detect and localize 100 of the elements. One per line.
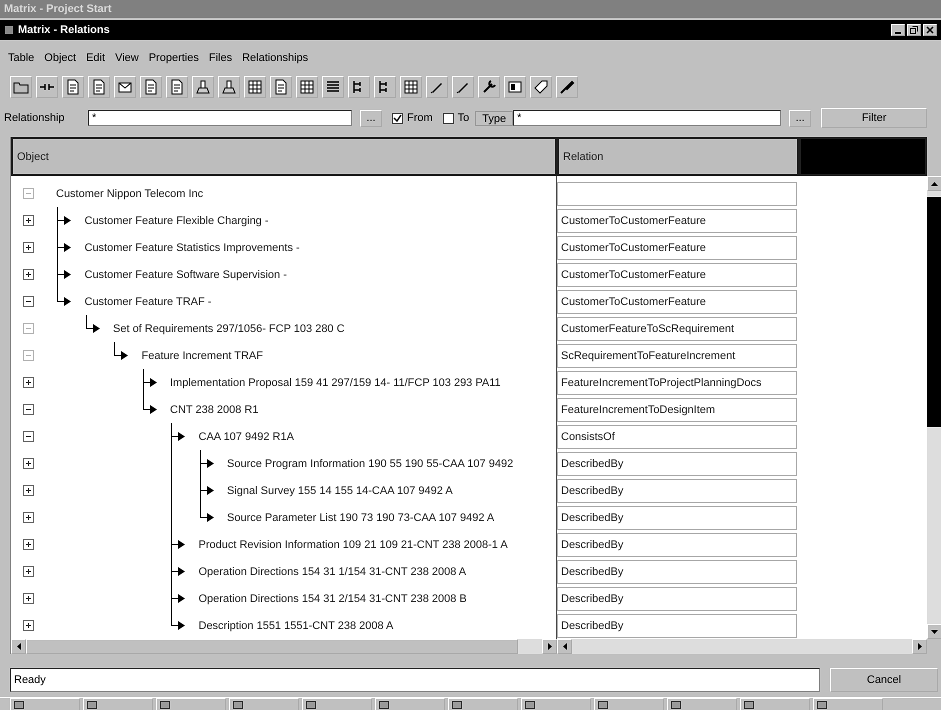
toolbar-button[interactable] [218, 76, 240, 98]
type-field[interactable]: * [513, 110, 782, 126]
window-icon [671, 700, 681, 708]
menu-item[interactable]: Files [208, 52, 232, 64]
left-arrow-icon [16, 643, 20, 650]
toolbar-button[interactable] [36, 76, 58, 98]
tree-arrow-icon [56, 234, 72, 261]
relation-text: DescribedBy [561, 620, 624, 632]
taskbar-button[interactable] [594, 698, 664, 710]
card-icon [507, 79, 523, 95]
checkbox[interactable] [392, 112, 403, 124]
window-icon [452, 700, 462, 708]
grid-icon [299, 79, 315, 95]
scroll-down-button[interactable] [927, 624, 941, 639]
taskbar-button[interactable] [740, 698, 810, 710]
window-icon [379, 700, 389, 708]
minimize-button[interactable] [891, 24, 905, 36]
relation-text: DescribedBy [561, 458, 624, 470]
toolbar-button[interactable] [10, 76, 32, 98]
close-button[interactable] [923, 24, 937, 36]
scroll-left-button[interactable] [557, 639, 572, 654]
document-icon [91, 79, 107, 95]
relation-text: CustomerFeatureToScRequirement [561, 322, 734, 334]
taskbar-button[interactable] [448, 698, 518, 710]
toolbar-button[interactable] [478, 76, 500, 98]
document-icon [273, 79, 289, 95]
toolbar-button[interactable] [62, 76, 84, 98]
toolbar-button[interactable] [114, 76, 136, 98]
menu-item[interactable]: Edit [86, 52, 106, 64]
toolbar-button[interactable] [296, 76, 318, 98]
toolbar-button[interactable] [322, 76, 344, 98]
vertical-scrollbar[interactable] [927, 176, 941, 639]
taskbar-button[interactable] [229, 698, 299, 710]
browse-button[interactable]: ... [789, 110, 812, 126]
cancel-button[interactable]: Cancel [830, 668, 938, 692]
toolbar-button[interactable] [556, 76, 578, 98]
right-arrow-icon [548, 643, 552, 650]
scroll-up-button[interactable] [927, 176, 941, 191]
taskbar-button[interactable] [667, 698, 737, 710]
grid-icon [403, 79, 419, 95]
list-icon [325, 79, 341, 95]
toolbar-button[interactable] [88, 76, 110, 98]
window-icon [306, 700, 316, 708]
relation-text: CustomerToCustomerFeature [561, 214, 706, 226]
window-icon [744, 700, 754, 708]
field-label: Type [475, 110, 514, 126]
tray-icon [195, 79, 211, 95]
relation-text: DescribedBy [561, 512, 624, 524]
tree-arrow-icon [170, 585, 186, 612]
toolbar-button[interactable] [530, 76, 552, 98]
wrench-icon [481, 79, 497, 95]
toolbar-button[interactable] [166, 76, 188, 98]
toolbar-button[interactable] [192, 76, 214, 98]
toolbar-button[interactable] [374, 76, 396, 98]
toolbar-button[interactable] [270, 76, 292, 98]
taskbar-button[interactable] [10, 698, 80, 710]
close-icon [926, 26, 934, 34]
toolbar-button[interactable] [140, 76, 162, 98]
tag-icon [533, 79, 549, 95]
relationship-field[interactable]: * [88, 110, 352, 126]
filter-button[interactable]: Filter [821, 108, 928, 128]
menu-item[interactable]: View [115, 52, 139, 64]
toolbar-button[interactable] [452, 76, 474, 98]
scrollbar-thumb[interactable] [927, 197, 941, 427]
scroll-left-button[interactable] [11, 639, 26, 654]
right-arrow-icon [918, 643, 922, 650]
brush-icon [559, 79, 575, 95]
relation-text: ConsistsOf [561, 430, 615, 442]
menu-item[interactable]: Properties [148, 52, 199, 64]
menu-item[interactable]: Relationships [242, 52, 308, 64]
up-arrow-icon [931, 182, 938, 186]
window-icon [817, 700, 827, 708]
taskbar-button[interactable] [302, 698, 372, 710]
taskbar-button[interactable] [813, 698, 883, 710]
left-arrow-icon [562, 643, 566, 650]
browse-button[interactable]: ... [360, 110, 382, 126]
taskbar-button[interactable] [83, 698, 153, 710]
relation-text: DescribedBy [561, 538, 624, 550]
toolbar-button[interactable] [400, 76, 422, 98]
menu-item[interactable]: Table [8, 52, 34, 64]
window-title: Matrix - Project Start [4, 3, 112, 15]
taskbar-button[interactable] [375, 698, 445, 710]
toolbar-button[interactable] [348, 76, 370, 98]
column-header[interactable]: Relation [557, 137, 799, 176]
menu-item[interactable]: Object [44, 52, 76, 64]
window-title: Matrix - Relations [18, 24, 111, 36]
toolbar-button[interactable] [504, 76, 526, 98]
taskbar-button[interactable] [156, 698, 226, 710]
tray-icon [221, 79, 237, 95]
checkbox[interactable] [442, 112, 454, 124]
toolbar-button[interactable] [244, 76, 266, 98]
toolbar-button[interactable] [426, 76, 448, 98]
restore-icon [910, 26, 918, 34]
relation-text: FeatureIncrementToDesignItem [561, 404, 716, 416]
scroll-right-button[interactable] [912, 639, 927, 654]
scroll-right-button[interactable] [542, 639, 557, 654]
restore-button[interactable] [907, 24, 921, 36]
horizontal-scrollbar[interactable] [557, 639, 927, 654]
taskbar-button[interactable] [521, 698, 591, 710]
column-header[interactable]: Object [11, 137, 557, 176]
